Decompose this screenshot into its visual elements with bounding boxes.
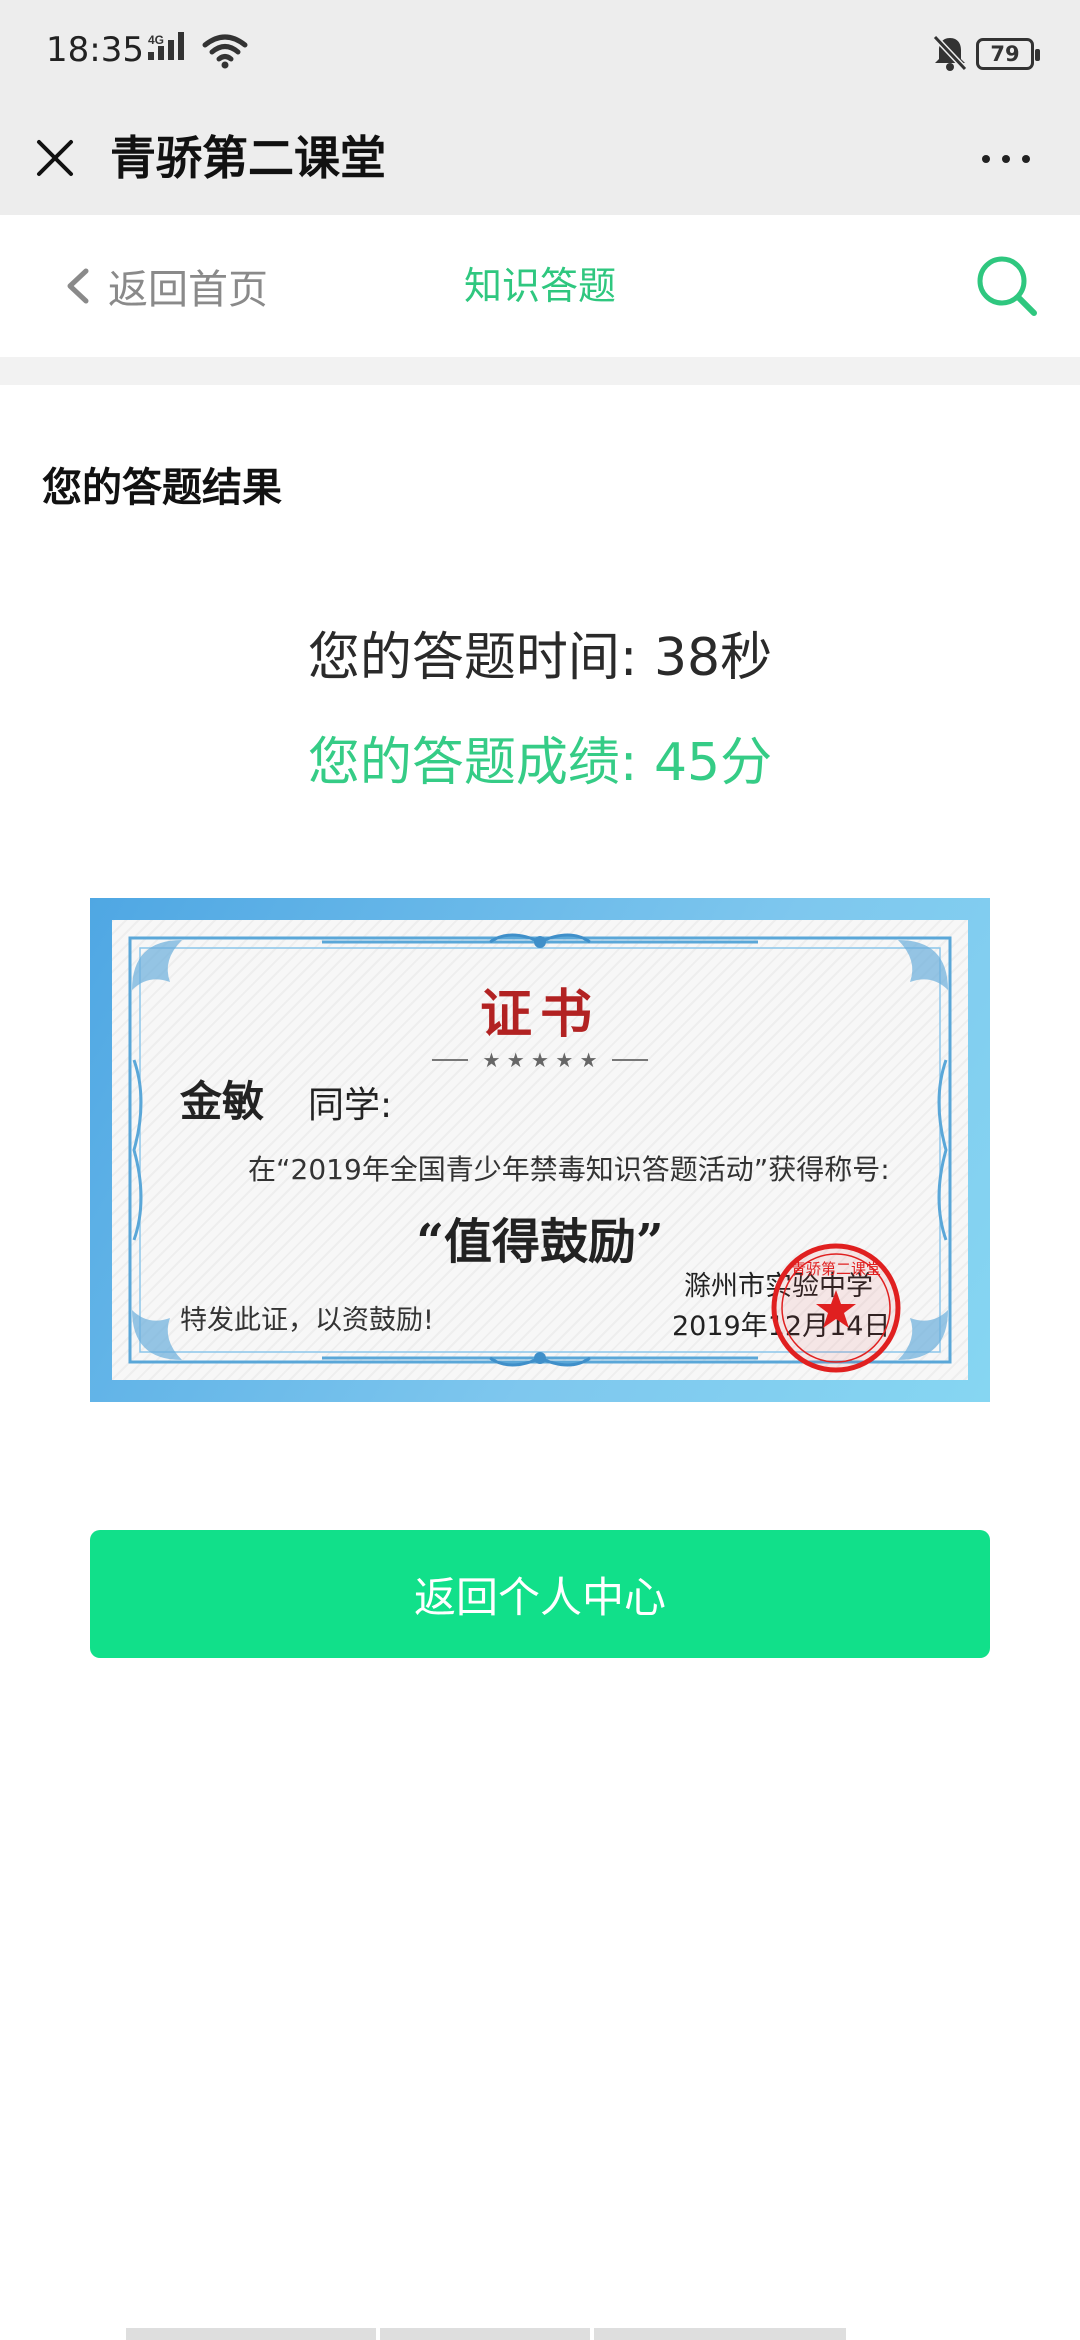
network-type: 4G xyxy=(148,33,164,47)
seal-text: 青骄第二课堂 xyxy=(791,1260,881,1278)
status-time: 18:35 xyxy=(46,30,144,70)
certificate-activity-line: 在“2019年全国青少年禁毒知识答题活动”获得称号: xyxy=(248,1153,890,1186)
battery-icon: 79 xyxy=(976,38,1040,70)
certificate-divider-stars: ★ ★ ★ ★ ★ xyxy=(432,1048,648,1072)
official-seal-stamp: 青骄第二课堂 xyxy=(771,1243,901,1373)
certificate-body: 证书 ★ ★ ★ ★ ★ 金敏 同学: 在“2019年全国青少年禁毒知识答题活动… xyxy=(112,920,968,1380)
return-personal-center-button[interactable]: 返回个人中心 xyxy=(90,1530,990,1658)
close-button[interactable] xyxy=(22,125,88,191)
certificate: 证书 ★ ★ ★ ★ ★ 金敏 同学: 在“2019年全国青少年禁毒知识答题活动… xyxy=(90,898,990,1402)
certificate-title: 证书 xyxy=(479,984,600,1045)
wifi-icon xyxy=(202,34,248,69)
svg-text:★ ★ ★ ★ ★: ★ ★ ★ ★ ★ xyxy=(482,1048,597,1072)
close-icon xyxy=(37,140,73,176)
more-button[interactable] xyxy=(966,129,1046,189)
more-icon xyxy=(976,155,1036,163)
battery-level: 79 xyxy=(990,42,1020,66)
navigation-gesture-bar xyxy=(126,2328,956,2340)
title-bar: 青骄第二课堂 xyxy=(0,105,1080,215)
certificate-greeting: 同学: xyxy=(308,1085,393,1126)
app-title: 青骄第二课堂 xyxy=(110,131,386,185)
answer-score: 您的答题成绩: 45分 xyxy=(307,733,773,793)
section-divider xyxy=(0,357,1080,385)
mute-icon xyxy=(932,34,968,72)
signal-icon: 4G xyxy=(148,32,184,60)
page-title: 知识答题 xyxy=(463,264,616,308)
certificate-student-name: 金敏 xyxy=(180,1077,265,1126)
page-nav: 返回首页 知识答题 xyxy=(0,215,1080,357)
result-heading: 您的答题结果 xyxy=(42,465,282,511)
certificate-closing: 特发此证，以资鼓励! xyxy=(180,1305,434,1336)
search-icon[interactable] xyxy=(972,251,1042,321)
status-bar: 18:35 4G 79 xyxy=(0,0,1080,105)
answer-time: 您的答题时间: 38秒 xyxy=(307,628,773,688)
